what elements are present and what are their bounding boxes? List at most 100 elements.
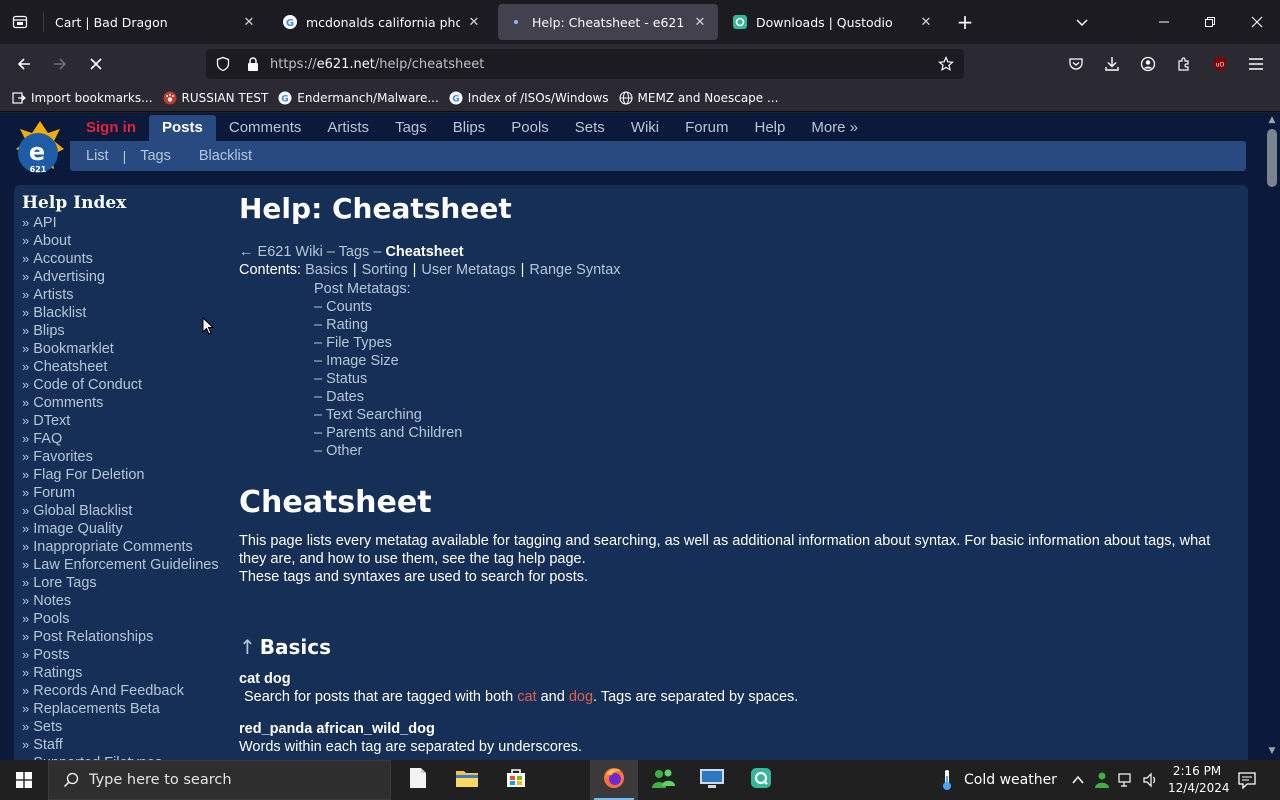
help-index-item[interactable]: » Code of Conduct — [22, 376, 237, 394]
help-index-link[interactable]: Lore Tags — [33, 575, 96, 591]
help-index-link[interactable]: Favorites — [33, 449, 93, 465]
tab-close-icon[interactable]: ✕ — [241, 15, 257, 30]
forward-arrow-icon[interactable] — [46, 50, 74, 78]
metatag-toc-link[interactable]: Other — [326, 443, 362, 459]
taskbar-file-explorer[interactable] — [443, 760, 491, 800]
help-index-link[interactable]: API — [33, 215, 56, 231]
subnav-list[interactable]: List — [86, 148, 109, 164]
help-index-item[interactable]: » Law Enforcement Guidelines — [22, 556, 237, 574]
help-index-item[interactable]: » Replacements Beta — [22, 700, 237, 718]
help-index-item[interactable]: » Image Quality — [22, 520, 237, 538]
nav-pools[interactable]: Pools — [498, 115, 562, 141]
help-index-item[interactable]: » API — [22, 214, 237, 232]
tab-qustodio[interactable]: Downloads | Qustodio ✕ — [722, 4, 944, 40]
help-index-item[interactable]: » Forum — [22, 484, 237, 502]
metatag-toc-item[interactable]: – Rating — [314, 316, 462, 334]
post-metatags-link[interactable]: Post Metatags: — [314, 280, 462, 298]
tab-close-icon[interactable]: ✕ — [692, 15, 708, 30]
help-index-item[interactable]: » Favorites — [22, 448, 237, 466]
taskbar-qustodio[interactable] — [737, 760, 785, 800]
metatag-toc-link[interactable]: Text Searching — [326, 407, 422, 423]
bookmark-index-isos[interactable]: G Index of /ISOs/Windows — [449, 91, 609, 105]
help-index-item[interactable]: » Accounts — [22, 250, 237, 268]
help-index-link[interactable]: Inappropriate Comments — [33, 539, 193, 555]
help-index-item[interactable]: » Staff — [22, 736, 237, 754]
lock-icon[interactable] — [244, 55, 262, 73]
help-index-link[interactable]: DText — [33, 413, 70, 429]
list-all-tabs-icon[interactable] — [0, 0, 40, 44]
shield-icon[interactable] — [214, 55, 232, 73]
close-window-icon[interactable] — [1243, 8, 1271, 36]
help-index-item[interactable]: » Flag For Deletion — [22, 466, 237, 484]
ublock-origin-icon[interactable]: uO — [1206, 50, 1234, 78]
nav-artists[interactable]: Artists — [314, 115, 382, 141]
help-index-item[interactable]: » Global Blacklist — [22, 502, 237, 520]
breadcrumb-wiki-link[interactable]: ← E621 Wiki — [239, 244, 323, 260]
tab-close-icon[interactable]: ✕ — [466, 15, 482, 30]
help-index-item[interactable]: » Lore Tags — [22, 574, 237, 592]
taskbar-notepad[interactable] — [394, 760, 442, 800]
nav-forum[interactable]: Forum — [672, 115, 741, 141]
metatag-toc-item[interactable]: – Parents and Children — [314, 424, 462, 442]
scroll-up-arrow-icon[interactable]: ▲ — [1264, 115, 1280, 125]
taskbar-people[interactable] — [639, 760, 687, 800]
account-icon[interactable] — [1134, 50, 1162, 78]
metatag-toc-link[interactable]: Counts — [326, 299, 372, 315]
nav-help[interactable]: Help — [741, 115, 798, 141]
nav-tags[interactable]: Tags — [382, 115, 440, 141]
notifications-icon[interactable] — [1238, 760, 1256, 800]
contents-link-user-metatags[interactable]: User Metatags — [421, 262, 515, 278]
menu-hamburger-icon[interactable] — [1242, 50, 1270, 78]
help-index-link[interactable]: About — [33, 233, 71, 249]
help-index-item[interactable]: » About — [22, 232, 237, 250]
extensions-icon[interactable] — [1170, 50, 1198, 78]
help-index-link[interactable]: Image Quality — [33, 521, 122, 537]
help-index-link[interactable]: Global Blacklist — [33, 503, 132, 519]
bookmark-memz[interactable]: MEMZ and Noescape ... — [618, 91, 778, 105]
taskbar-remote-desktop[interactable] — [688, 760, 736, 800]
tag-link-dog[interactable]: dog — [569, 689, 593, 705]
scrollbar-thumb[interactable] — [1267, 129, 1277, 187]
help-index-item[interactable]: » Sets — [22, 718, 237, 736]
metatag-toc-item[interactable]: – Dates — [314, 388, 462, 406]
metatag-toc-link[interactable]: Dates — [326, 389, 364, 405]
network-icon[interactable] — [1118, 760, 1136, 800]
taskbar-search-box[interactable]: Type here to search — [48, 760, 391, 800]
stop-loading-icon[interactable] — [82, 50, 110, 78]
bookmark-endermanch[interactable]: G Endermanch/Malware... — [278, 91, 439, 105]
help-index-link[interactable]: Pools — [33, 611, 69, 627]
back-arrow-icon[interactable] — [10, 50, 38, 78]
metatag-toc-item[interactable]: – Text Searching — [314, 406, 462, 424]
nav-blips[interactable]: Blips — [440, 115, 499, 141]
taskbar-clock[interactable]: 2:16 PM 12/4/2024 — [1168, 763, 1230, 797]
help-index-link[interactable]: Sets — [33, 719, 62, 735]
help-index-link[interactable]: Records And Feedback — [33, 683, 184, 699]
metatag-toc-link[interactable]: File Types — [326, 335, 392, 351]
taskbar-store[interactable] — [492, 760, 540, 800]
help-index-item[interactable]: » Artists — [22, 286, 237, 304]
help-index-item[interactable]: » DText — [22, 412, 237, 430]
help-index-link[interactable]: Bookmarklet — [33, 341, 114, 357]
url-bar[interactable]: https://e621.net/help/cheatsheet — [206, 49, 964, 79]
weather-widget[interactable]: Cold weather — [940, 760, 1057, 800]
metatag-toc-item[interactable]: – Counts — [314, 298, 462, 316]
metatag-toc-link[interactable]: Image Size — [326, 353, 399, 369]
help-index-link[interactable]: Advertising — [33, 269, 105, 285]
help-index-link[interactable]: Ratings — [33, 665, 82, 681]
metatag-toc-item[interactable]: – Image Size — [314, 352, 462, 370]
help-index-link[interactable]: Accounts — [33, 251, 93, 267]
tab-bad-dragon[interactable]: Cart | Bad Dragon ✕ — [45, 4, 267, 40]
subnav-tags[interactable]: Tags — [140, 148, 171, 164]
tag-link-cat[interactable]: cat — [517, 689, 536, 705]
bookmark-russian-test[interactable]: RUSSIAN TEST — [163, 91, 268, 105]
help-index-item[interactable]: » Cheatsheet — [22, 358, 237, 376]
person-shield-icon[interactable] — [1094, 760, 1112, 800]
nav-posts[interactable]: Posts — [149, 115, 216, 141]
metatag-toc-item[interactable]: – Other — [314, 442, 462, 460]
downloads-icon[interactable] — [1098, 50, 1126, 78]
help-index-item[interactable]: » Comments — [22, 394, 237, 412]
nav-sets[interactable]: Sets — [562, 115, 618, 141]
metatag-toc-link[interactable]: Status — [326, 371, 367, 387]
chevron-down-icon[interactable] — [1068, 10, 1096, 34]
nav-wiki[interactable]: Wiki — [618, 115, 672, 141]
